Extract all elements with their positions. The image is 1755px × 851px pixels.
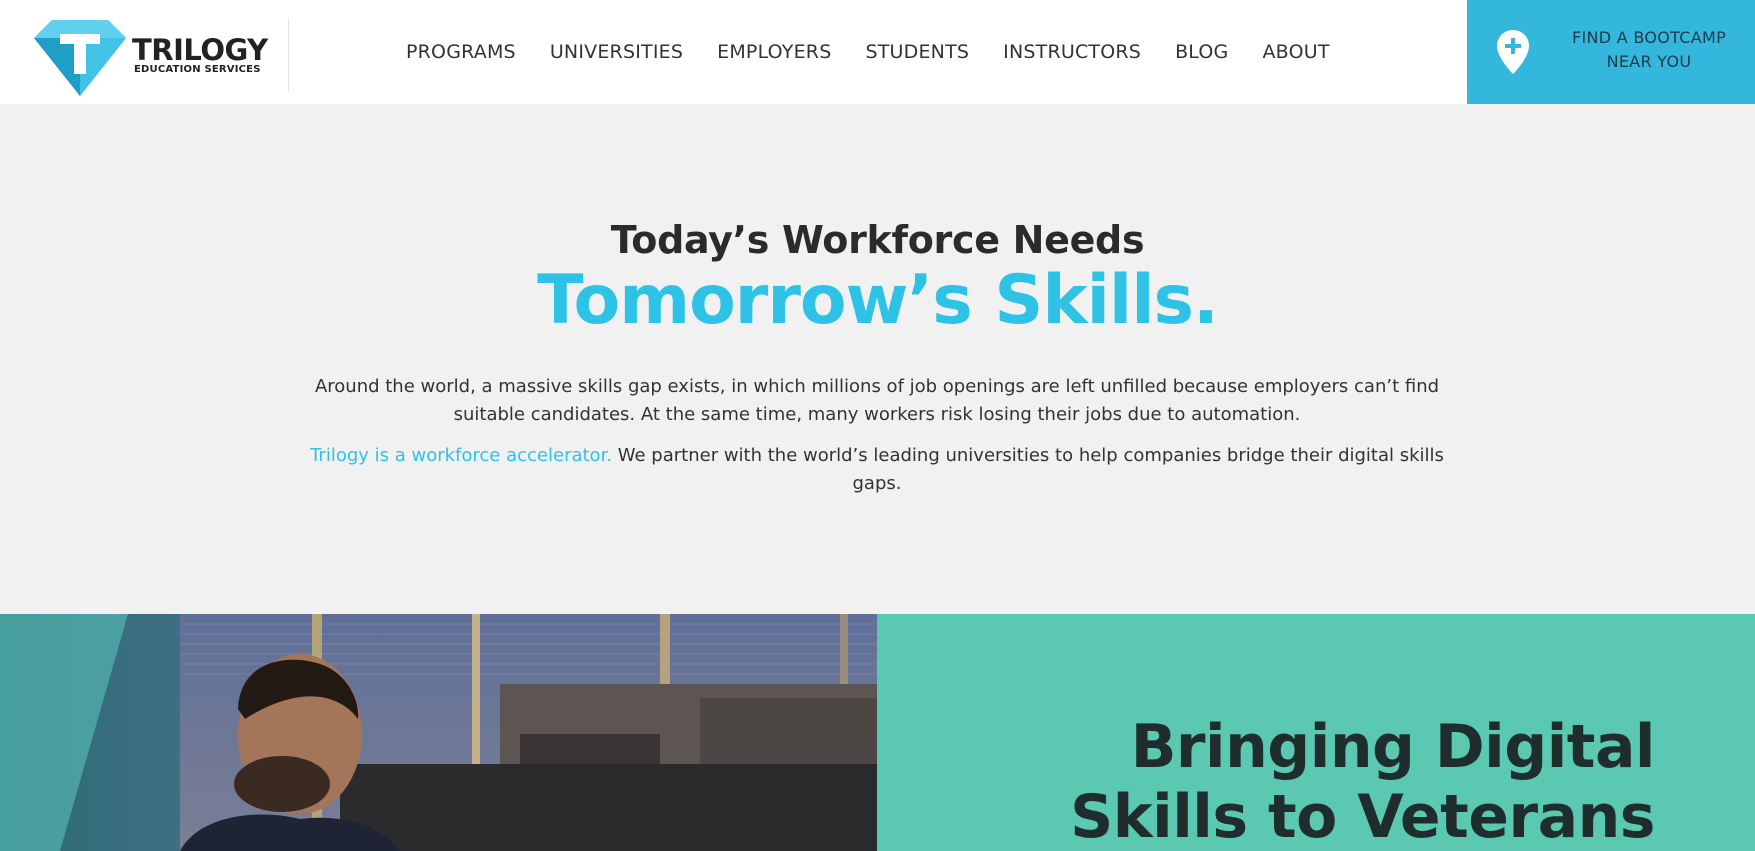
veterans-feature: Bringing Digital Skills to Veterans (0, 614, 1755, 851)
find-bootcamp-button[interactable]: FIND A BOOTCAMP NEAR YOU (1467, 0, 1755, 104)
veterans-heading-line-2: Skills to Veterans (1070, 782, 1655, 851)
header-divider (288, 18, 289, 92)
veterans-heading: Bringing Digital Skills to Veterans (1070, 712, 1655, 851)
veteran-video-thumbnail[interactable] (0, 614, 877, 851)
trilogy-logo[interactable]: TRILOGY EDUCATION SERVICES (34, 20, 268, 96)
hero-section: Today’s Workforce Needs Tomorrow’s Skill… (0, 104, 1755, 614)
nav-item-programs[interactable]: PROGRAMS (406, 41, 516, 63)
office-photo (0, 614, 877, 851)
find-bootcamp-label: FIND A BOOTCAMP NEAR YOU (1559, 26, 1739, 74)
nav-item-universities[interactable]: UNIVERSITIES (550, 41, 683, 63)
hero-title: Today’s Workforce Needs (610, 218, 1145, 262)
map-pin-plus-icon (1497, 30, 1529, 74)
hero-paragraph-1: Around the world, a massive skills gap e… (314, 376, 1440, 425)
diamond-t-logo-icon (34, 20, 126, 96)
nav-item-instructors[interactable]: INSTRUCTORS (1003, 41, 1141, 63)
cta-line-1: FIND A BOOTCAMP (1571, 28, 1727, 47)
workforce-accelerator-link[interactable]: Trilogy is a workforce accelerator. (310, 445, 612, 466)
nav-item-about[interactable]: ABOUT (1262, 41, 1329, 63)
veterans-panel: Bringing Digital Skills to Veterans (877, 614, 1755, 851)
logo-subtitle: EDUCATION SERVICES (134, 64, 261, 75)
hero-accent-title: Tomorrow’s Skills. (537, 261, 1219, 340)
logo-title: TRILOGY (132, 33, 268, 67)
nav-item-students[interactable]: STUDENTS (865, 41, 969, 63)
nav-item-blog[interactable]: BLOG (1175, 41, 1228, 63)
hero-paragraph-2: Trilogy is a workforce accelerator. We p… (297, 442, 1457, 498)
nav-item-employers[interactable]: EMPLOYERS (717, 41, 831, 63)
cta-line-2: NEAR YOU (1606, 52, 1692, 71)
site-header: TRILOGY EDUCATION SERVICES PROGRAMS UNIV… (0, 0, 1755, 104)
veterans-heading-line-1: Bringing Digital (1130, 712, 1656, 782)
hero-paragraph-2-text: We partner with the world’s leading univ… (612, 445, 1444, 494)
main-nav: PROGRAMS UNIVERSITIES EMPLOYERS STUDENTS… (406, 0, 1330, 104)
